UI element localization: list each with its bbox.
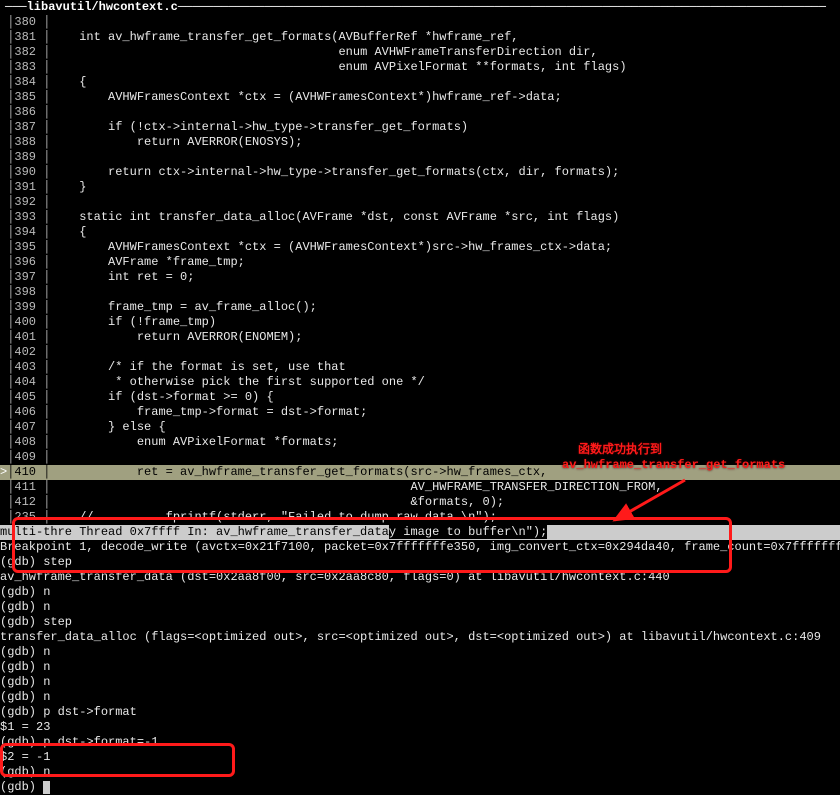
source-line[interactable]: │384 │ { xyxy=(0,75,840,90)
gdb-line[interactable]: (gdb) step xyxy=(0,555,840,570)
source-line[interactable]: │394 │ { xyxy=(0,225,840,240)
source-line[interactable]: │407 │ } else { xyxy=(0,420,840,435)
status-line: multi-thre Thread 0x7ffff In: av_hwframe… xyxy=(0,525,840,540)
source-line[interactable]: │401 │ return AVERROR(ENOMEM); xyxy=(0,330,840,345)
gdb-line[interactable]: (gdb) step xyxy=(0,615,840,630)
source-line[interactable]: │386 │ xyxy=(0,105,840,120)
source-filename: libavutil/hwcontext.c xyxy=(27,0,178,14)
source-line[interactable]: │397 │ int ret = 0; xyxy=(0,270,840,285)
gdb-line[interactable]: (gdb) n xyxy=(0,585,840,600)
gdb-line[interactable]: (gdb) n xyxy=(0,600,840,615)
source-line[interactable]: │396 │ AVFrame *frame_tmp; xyxy=(0,255,840,270)
source-line[interactable]: │235 │ // fprintf(stderr, "Failed to dum… xyxy=(0,510,840,525)
source-line[interactable]: │382 │ enum AVHWFrameTransferDirection d… xyxy=(0,45,840,60)
gdb-line[interactable]: (gdb) xyxy=(0,780,840,795)
source-line[interactable]: │412 │ &formats, 0); xyxy=(0,495,840,510)
gdb-line[interactable]: $2 = -1 xyxy=(0,750,840,765)
source-line[interactable]: │389 │ xyxy=(0,150,840,165)
source-line[interactable]: │385 │ AVHWFramesContext *ctx = (AVHWFra… xyxy=(0,90,840,105)
gdb-line[interactable]: av_hwframe_transfer_data (dst=0x2aa8f00,… xyxy=(0,570,840,585)
gdb-line[interactable]: (gdb) p dst->format xyxy=(0,705,840,720)
source-title-bar: ───libavutil/hwcontext.c────────────────… xyxy=(0,0,840,15)
source-line[interactable]: │403 │ /* if the format is set, use that xyxy=(0,360,840,375)
gdb-console[interactable]: Breakpoint 1, decode_write (avctx=0x21f7… xyxy=(0,540,840,795)
source-line[interactable]: │391 │ } xyxy=(0,180,840,195)
source-line[interactable]: │393 │ static int transfer_data_alloc(AV… xyxy=(0,210,840,225)
gdb-line[interactable]: (gdb) n xyxy=(0,675,840,690)
title-dash-post: ────────────────────────────────────────… xyxy=(178,0,826,14)
source-line[interactable]: │408 │ enum AVPixelFormat *formats; xyxy=(0,435,840,450)
source-line[interactable]: │399 │ frame_tmp = av_frame_alloc(); xyxy=(0,300,840,315)
gdb-line[interactable]: (gdb) n xyxy=(0,765,840,780)
source-line[interactable]: │404 │ * otherwise pick the first suppor… xyxy=(0,375,840,390)
source-line[interactable]: │406 │ frame_tmp->format = dst->format; xyxy=(0,405,840,420)
source-line[interactable]: >│410 │ ret = av_hwframe_transfer_get_fo… xyxy=(0,465,840,480)
gdb-line[interactable]: (gdb) n xyxy=(0,690,840,705)
source-line[interactable]: │402 │ xyxy=(0,345,840,360)
source-code-area[interactable]: │380 │ │381 │ int av_hwframe_transfer_ge… xyxy=(0,15,840,525)
cgdb-window: ───libavutil/hwcontext.c────────────────… xyxy=(0,0,840,795)
title-dash-pre: ─── xyxy=(5,0,27,14)
source-line[interactable]: │387 │ if (!ctx->internal->hw_type->tran… xyxy=(0,120,840,135)
gdb-line[interactable]: Breakpoint 1, decode_write (avctx=0x21f7… xyxy=(0,540,840,555)
gdb-line[interactable]: (gdb) n xyxy=(0,660,840,675)
source-line[interactable]: │411 │ AV_HWFRAME_TRANSFER_DIRECTION_FRO… xyxy=(0,480,840,495)
source-line[interactable]: │390 │ return ctx->internal->hw_type->tr… xyxy=(0,165,840,180)
source-line[interactable]: │383 │ enum AVPixelFormat **formats, int… xyxy=(0,60,840,75)
gdb-line[interactable]: $1 = 23 xyxy=(0,720,840,735)
source-line[interactable]: │409 │ xyxy=(0,450,840,465)
gdb-cursor xyxy=(43,781,50,794)
source-line[interactable]: │381 │ int av_hwframe_transfer_get_forma… xyxy=(0,30,840,45)
gdb-line[interactable]: (gdb) n xyxy=(0,645,840,660)
gdb-line[interactable]: transfer_data_alloc (flags=<optimized ou… xyxy=(0,630,840,645)
gdb-line[interactable]: (gdb) p dst->format=-1 xyxy=(0,735,840,750)
source-line[interactable]: │392 │ xyxy=(0,195,840,210)
source-line[interactable]: │395 │ AVHWFramesContext *ctx = (AVHWFra… xyxy=(0,240,840,255)
source-line[interactable]: │398 │ xyxy=(0,285,840,300)
source-line[interactable]: │388 │ return AVERROR(ENOSYS); xyxy=(0,135,840,150)
source-line[interactable]: │380 │ xyxy=(0,15,840,30)
source-line[interactable]: │405 │ if (dst->format >= 0) { xyxy=(0,390,840,405)
source-line[interactable]: │400 │ if (!frame_tmp) xyxy=(0,315,840,330)
